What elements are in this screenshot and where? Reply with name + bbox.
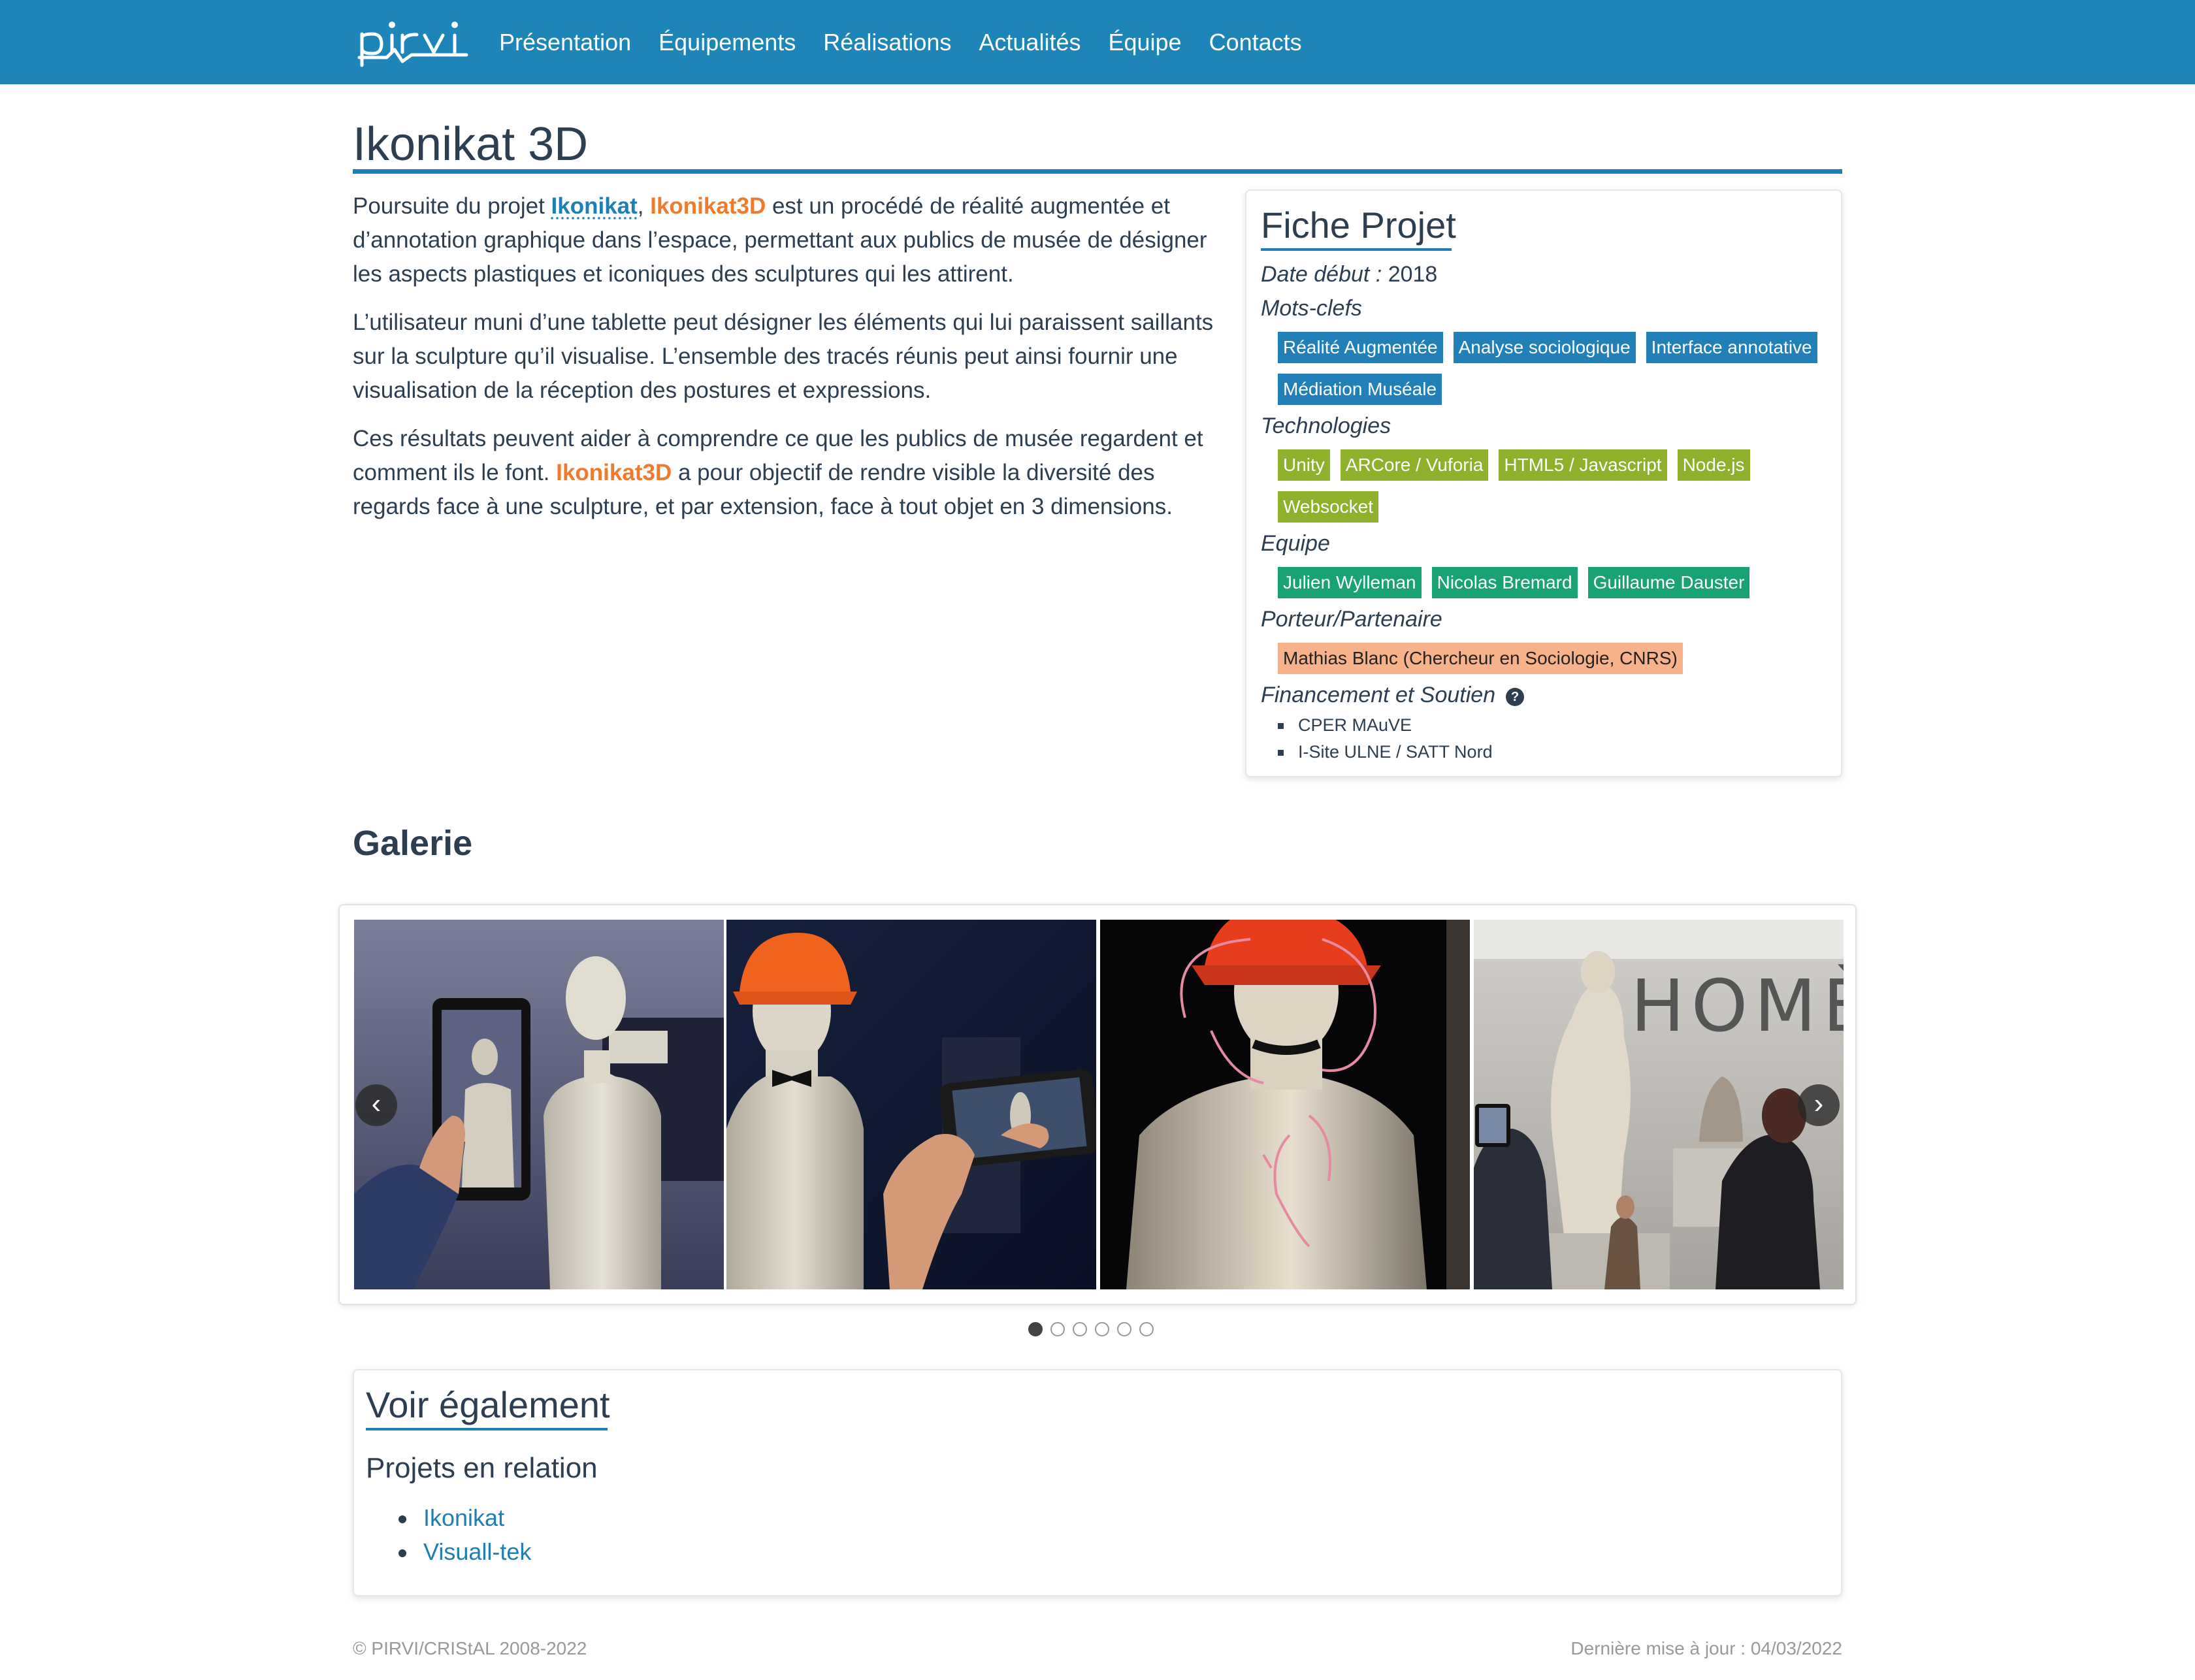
photo-annotated-mannequin	[1100, 920, 1470, 1289]
project-card-title: Fiche Projet	[1261, 204, 1456, 246]
keywords-label: Mots-clefs	[1261, 296, 1362, 321]
related-project-link[interactable]: Ikonikat	[423, 1504, 504, 1531]
funding-item: I-Site ULNE / SATT Nord	[1278, 739, 1493, 766]
carousel-dot-6[interactable]	[1139, 1322, 1154, 1336]
see-also-title: Voir également	[366, 1384, 610, 1425]
nav-actualites[interactable]: Actualités	[979, 29, 1081, 56]
funding-label-text: Financement et Soutien	[1261, 683, 1496, 707]
team-tags: Julien Wylleman Nicolas Bremard Guillaum…	[1278, 567, 1760, 598]
nav-equipements[interactable]: Équipements	[658, 29, 796, 56]
funding-item: CPER MAuVE	[1278, 712, 1493, 739]
text-segment: Poursuite du projet	[353, 193, 551, 219]
funding-label: Financement et Soutien?	[1261, 681, 1525, 709]
start-date-value: 2018	[1382, 262, 1438, 287]
gallery-title: Galerie	[353, 824, 473, 863]
photo-tablet-mannequin	[354, 920, 724, 1289]
carousel-prev-button[interactable]: ‹	[355, 1084, 397, 1126]
description-paragraph-1: Poursuite du projet Ikonikat, Ikonikat3D…	[353, 189, 1228, 291]
keywords-tags-row-2: Médiation Muséale	[1278, 374, 1452, 405]
gallery-image-2[interactable]	[726, 920, 1096, 1289]
team-member-tag[interactable]: Guillaume Dauster	[1587, 567, 1750, 598]
page-title: Ikonikat 3D	[353, 118, 589, 170]
pirvi-logo[interactable]	[357, 14, 469, 68]
partner-tags: Mathias Blanc (Chercheur en Sociologie, …	[1278, 643, 1693, 674]
team-member-tag[interactable]: Julien Wylleman	[1278, 567, 1422, 598]
related-projects-card: Voir également Projets en relation Ikoni…	[353, 1369, 1842, 1596]
partner-tag[interactable]: Mathias Blanc (Chercheur en Sociologie, …	[1278, 643, 1683, 674]
start-date-label: Date début :	[1261, 262, 1382, 287]
technology-tags: Unity ARCore / Vuforia HTML5 / Javascrip…	[1278, 449, 1761, 481]
start-date: Date début : 2018	[1261, 260, 1437, 289]
navbar: Présentation Équipements Réalisations Ac…	[0, 0, 2195, 84]
technology-tag[interactable]: Node.js	[1677, 449, 1750, 481]
technologies-label: Technologies	[1261, 413, 1391, 438]
see-also-title-underline	[366, 1428, 608, 1430]
footer-copyright: © PIRVI/CRIStAL 2008-2022	[353, 1638, 587, 1658]
keyword-tag[interactable]: Interface annotative	[1646, 332, 1817, 363]
related-projects-subtitle: Projets en relation	[366, 1452, 598, 1484]
related-projects-list: Ikonikat Visuall-tek	[398, 1501, 531, 1569]
carousel-next-button[interactable]: ›	[1798, 1084, 1840, 1126]
description-paragraph-3: Ces résultats peuvent aider à comprendre…	[353, 422, 1228, 524]
nav-equipe[interactable]: Équipe	[1108, 29, 1181, 56]
link-ikonikat[interactable]: Ikonikat	[551, 193, 638, 219]
partner-label: Porteur/Partenaire	[1261, 607, 1442, 632]
gallery-image-3[interactable]	[1100, 920, 1470, 1289]
keyword-tag[interactable]: Médiation Muséale	[1278, 374, 1442, 405]
image-carousel[interactable]: HOMÈR ‹ ›	[338, 904, 1857, 1305]
technology-tag[interactable]: Unity	[1278, 449, 1330, 481]
funding-list: CPER MAuVE I-Site ULNE / SATT Nord	[1278, 712, 1493, 766]
description-paragraph-2: L’utilisateur muni d’une tablette peut d…	[353, 310, 1214, 403]
carousel-dot-2[interactable]	[1050, 1322, 1065, 1336]
footer-last-update: Dernière mise à jour : 04/03/2022	[1570, 1638, 1842, 1658]
project-description: Poursuite du projet Ikonikat, Ikonikat3D…	[353, 189, 1228, 538]
related-project-link[interactable]: Visuall-tek	[423, 1538, 531, 1565]
nav-realisations[interactable]: Réalisations	[823, 29, 951, 56]
keywords-tags: Réalité Augmentée Analyse sociologique I…	[1278, 332, 1828, 363]
carousel-dot-4[interactable]	[1095, 1322, 1109, 1336]
carousel-pagination	[1028, 1322, 1162, 1336]
main-nav: Présentation Équipements Réalisations Ac…	[499, 0, 1329, 84]
title-divider	[353, 169, 1842, 174]
team-member-tag[interactable]: Nicolas Bremard	[1431, 567, 1578, 598]
gallery-image-4[interactable]: HOMÈR	[1474, 920, 1844, 1289]
technology-tag[interactable]: HTML5 / Javascript	[1499, 449, 1667, 481]
question-circle-icon[interactable]: ?	[1506, 688, 1525, 706]
carousel-dot-3[interactable]	[1073, 1322, 1087, 1336]
highlight-ikonikat3d: Ikonikat3D	[556, 460, 672, 485]
project-card-title-underline	[1261, 248, 1452, 251]
keyword-tag[interactable]: Réalité Augmentée	[1278, 332, 1443, 363]
technology-tags-row-2: Websocket	[1278, 491, 1389, 523]
related-project-item: Visuall-tek	[398, 1535, 531, 1569]
pirvi-logo-icon	[357, 22, 468, 67]
gallery-image-1[interactable]	[354, 920, 724, 1289]
team-label: Equipe	[1261, 531, 1330, 556]
homere-wall-lettering: HOMÈR	[1631, 963, 1844, 1048]
technology-tag[interactable]: Websocket	[1278, 491, 1378, 523]
photo-museum-homere: HOMÈR	[1474, 920, 1844, 1289]
keyword-tag[interactable]: Analyse sociologique	[1453, 332, 1636, 363]
carousel-dot-5[interactable]	[1117, 1322, 1131, 1336]
project-card: Fiche Projet Date début : 2018 Mots-clef…	[1245, 189, 1842, 777]
photo-orange-hat-phone	[726, 920, 1096, 1289]
technology-tag[interactable]: ARCore / Vuforia	[1340, 449, 1489, 481]
nav-presentation[interactable]: Présentation	[499, 29, 631, 56]
text-segment: ,	[637, 193, 651, 219]
carousel-dot-1[interactable]	[1028, 1322, 1043, 1336]
nav-contacts[interactable]: Contacts	[1209, 29, 1302, 56]
related-project-item: Ikonikat	[398, 1501, 531, 1535]
highlight-ikonikat3d: Ikonikat3D	[650, 193, 766, 219]
